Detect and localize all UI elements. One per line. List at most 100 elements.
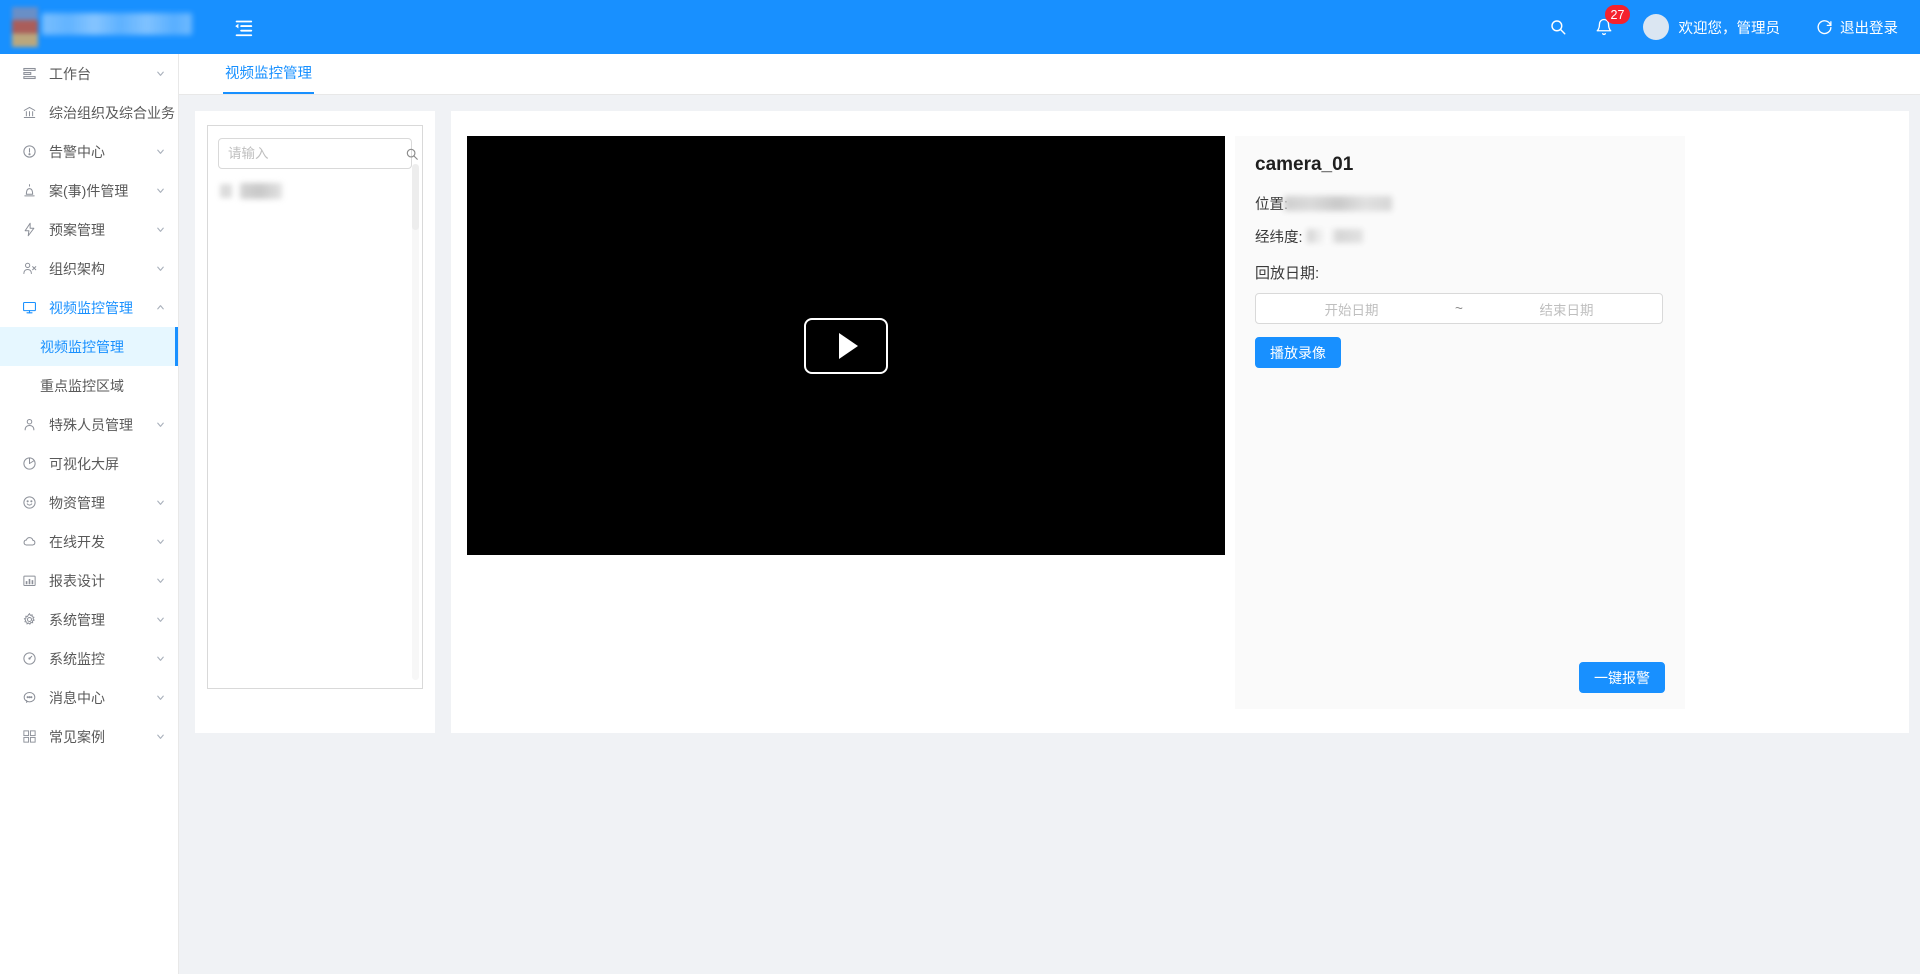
tree-search-box[interactable] [218,138,418,169]
chevron-down-icon [154,731,166,743]
alarm-lamp-icon [22,183,41,199]
main-content: 视频监控管理 请输入 camera_01 位置: 经纬度: 回放日期: 开始日期… [179,54,1920,974]
search-icon[interactable] [405,147,419,161]
tree-scrollbar-track[interactable] [412,164,419,680]
sidebar-item-material-management[interactable]: 物资管理 [0,483,178,522]
welcome-message: 欢迎您，管理员 [1678,20,1781,37]
user-profile[interactable]: 欢迎您，管理员 [1635,0,1809,54]
sidebar-item-label: 组织架构 [49,260,105,277]
tree-scrollbar-thumb[interactable] [412,164,419,230]
end-date-input[interactable]: 结束日期 [1471,299,1662,319]
pie-chart-icon [22,456,41,472]
chevron-up-icon [154,302,166,314]
sidebar-subitem-key-monitor-area[interactable]: 重点监控区域 [0,366,178,405]
sidebar-subitem-label: 视频监控管理 [40,338,124,355]
bank-icon [22,105,41,121]
appstore-icon [22,729,41,745]
sidebar-subitem-label: 重点监控区域 [40,377,124,394]
sidebar-item-label: 常见案例 [49,728,105,745]
sidebar-item-comprehensive-org[interactable]: 综治组织及综合业务 [0,93,178,132]
content-area: camera_01 位置: 经纬度: 回放日期: 开始日期 ~ 结束日期 播放录… [179,95,1920,974]
sidebar-item-report-design[interactable]: 报表设计 [0,561,178,600]
chevron-down-icon [154,68,166,80]
logout-button[interactable]: 退出登录 [1808,0,1920,54]
sidebar-item-alarm-center[interactable]: 告警中心 [0,132,178,171]
notification-count-badge: 27 [1604,5,1631,24]
playback-date-label: 回放日期: [1255,265,1320,282]
camera-coordinates-value-redacted [1306,229,1363,243]
video-player[interactable] [467,136,1225,555]
dashboard-gauge-icon [22,651,41,667]
date-range-separator: ~ [1455,301,1463,316]
sidebar-item-label: 消息中心 [49,689,105,706]
one-click-alarm-button[interactable]: 一键报警 [1579,662,1665,693]
sidebar-item-message-center[interactable]: 消息中心 [0,678,178,717]
logout-label: 退出登录 [1840,20,1898,37]
tree-node-icon-redacted [220,184,232,198]
sidebar-item-label: 案(事)件管理 [49,182,129,199]
sidebar-item-label: 特殊人员管理 [49,416,133,433]
sidebar-item-plan-management[interactable]: 预案管理 [0,210,178,249]
chevron-down-icon [154,653,166,665]
no-arrow [154,458,166,470]
chevron-down-icon [154,185,166,197]
thunderbolt-icon [22,222,41,238]
camera-info-panel: camera_01 位置: 经纬度: 回放日期: 开始日期 ~ 结束日期 播放录… [1235,136,1685,709]
sidebar-item-common-cases[interactable]: 常见案例 [0,717,178,756]
camera-location-row: 位置: [1255,193,1665,213]
sidebar-item-online-development[interactable]: 在线开发 [0,522,178,561]
chevron-down-icon [154,146,166,158]
user-icon [22,417,41,433]
sidebar-item-special-personnel[interactable]: 特殊人员管理 [0,405,178,444]
sidebar-item-label: 物资管理 [49,494,105,511]
chevron-down-icon [154,224,166,236]
sidebar-item-label: 可视化大屏 [49,455,119,472]
sidebar-item-label: 视频监控管理 [49,299,133,316]
sidebar-item-visual-dashboard[interactable]: 可视化大屏 [0,444,178,483]
app-header: 27 欢迎您，管理员 退出登录 [0,0,1920,54]
tree-node-item[interactable] [218,182,412,202]
sidebar-subitem-video-surveillance[interactable]: 视频监控管理 [0,327,178,366]
search-icon [1549,18,1567,36]
logo-title-redacted [42,13,192,35]
playback-date-range-picker[interactable]: 开始日期 ~ 结束日期 [1255,293,1663,324]
bar-chart-icon [22,573,41,589]
sidebar-item-case-management[interactable]: 案(事)件管理 [0,171,178,210]
sidebar-collapse-button[interactable] [219,0,267,54]
sidebar-item-system-monitoring[interactable]: 系统监控 [0,639,178,678]
device-tree-box [207,125,423,689]
menu-fold-icon [232,16,254,38]
tab-video-surveillance[interactable]: 视频监控管理 [223,54,314,94]
sidebar-item-label: 综治组织及综合业务 [49,104,175,121]
exclamation-circle-icon [22,144,41,160]
sidebar-item-label: 告警中心 [49,143,105,160]
smile-icon [22,495,41,511]
sidebar-item-label: 在线开发 [49,533,105,550]
chevron-down-icon [154,419,166,431]
dashboard-icon [22,66,41,82]
sidebar-item-label: 报表设计 [49,572,105,589]
chevron-down-icon [154,614,166,626]
sidebar-nav: 工作台 综治组织及综合业务 告警中心 案(事)件管理 预案管理 组织架构 视频监… [0,54,179,974]
camera-location-value-redacted [1284,195,1393,211]
play-icon [839,332,858,359]
logout-icon [1816,19,1833,36]
play-recording-button[interactable]: 播放录像 [1255,337,1341,368]
header-search-button[interactable] [1535,0,1581,54]
app-logo[interactable] [0,0,219,54]
avatar [1642,14,1669,40]
sidebar-item-system-management[interactable]: 系统管理 [0,600,178,639]
notifications-button[interactable]: 27 [1581,0,1631,54]
team-icon [22,261,41,277]
chevron-down-icon [154,692,166,704]
search-input[interactable] [228,146,405,161]
sidebar-item-label: 系统监控 [49,650,105,667]
tab-bar: 视频监控管理 [179,54,1920,95]
sidebar-item-label: 系统管理 [49,611,105,628]
play-button[interactable] [804,317,888,374]
start-date-input[interactable]: 开始日期 [1256,299,1447,319]
sidebar-item-org-structure[interactable]: 组织架构 [0,249,178,288]
sidebar-item-video-surveillance[interactable]: 视频监控管理 [0,288,178,327]
sidebar-item-workbench[interactable]: 工作台 [0,54,178,93]
cloud-icon [22,534,41,550]
